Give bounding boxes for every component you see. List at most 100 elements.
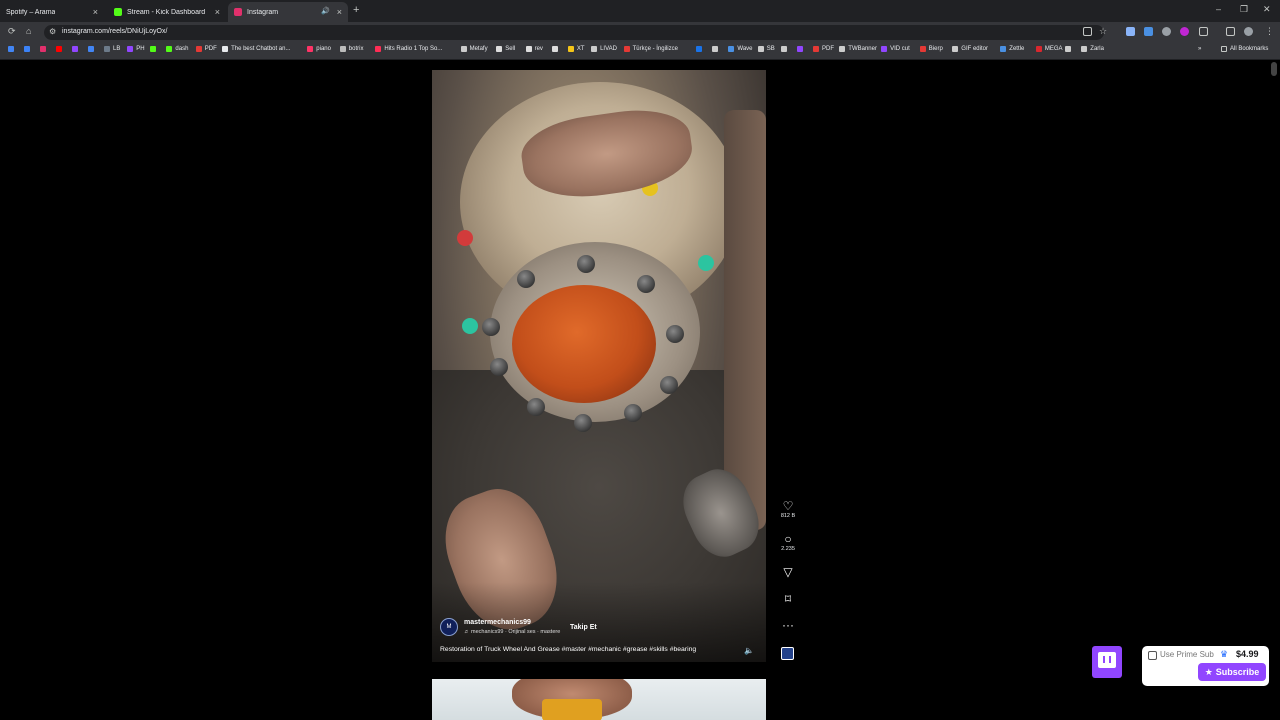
video-frame-bolt bbox=[624, 404, 642, 422]
extension-icon[interactable] bbox=[1162, 27, 1171, 36]
bookmark-item[interactable] bbox=[551, 46, 561, 52]
bookmark-item[interactable]: Zettle bbox=[1000, 46, 1024, 52]
bookmark-item[interactable]: botrix bbox=[339, 46, 363, 52]
bookmark-item[interactable]: Bierp bbox=[919, 46, 943, 52]
tab-spotify[interactable]: Spotify – Arama × bbox=[0, 2, 104, 22]
close-icon[interactable]: × bbox=[215, 7, 220, 17]
next-reel-preview[interactable] bbox=[432, 679, 766, 720]
bookmark-label: dash bbox=[175, 46, 189, 52]
star-icon[interactable]: ☆ bbox=[1099, 26, 1107, 37]
bookmark-label: XT bbox=[576, 46, 585, 52]
plus-icon[interactable]: + bbox=[353, 4, 359, 16]
bookmark-item[interactable]: GIF editor bbox=[952, 46, 988, 52]
bookmark-item[interactable]: Türkçe - İngilizce bbox=[623, 46, 678, 52]
bookmark-favicon-icon bbox=[1065, 46, 1072, 52]
comment-button[interactable]: ○ 2.235 bbox=[778, 533, 798, 552]
page-scrollbar[interactable] bbox=[1271, 62, 1277, 718]
speaker-icon[interactable]: 🔊 bbox=[321, 7, 330, 15]
install-icon[interactable] bbox=[1083, 27, 1092, 36]
close-window-button[interactable]: ✕ bbox=[1263, 4, 1271, 15]
bookmark-label: Sell bbox=[505, 46, 516, 52]
bookmark-favicon-icon bbox=[567, 46, 574, 52]
extension-icon[interactable] bbox=[1126, 27, 1135, 36]
bookmark-item[interactable]: Hits Radio 1 Top So... bbox=[375, 46, 442, 52]
bookmark-item[interactable] bbox=[797, 46, 806, 52]
bookmark-item[interactable]: PDF bbox=[813, 46, 834, 52]
bookmark-item[interactable]: PH bbox=[127, 46, 145, 52]
tab-title: Spotify – Arama bbox=[6, 8, 56, 16]
author-avatar[interactable]: M bbox=[440, 618, 458, 636]
reload-icon[interactable]: ⟳ bbox=[8, 26, 16, 37]
more-button[interactable]: ··· bbox=[778, 619, 798, 631]
menu-icon[interactable]: ⋮ bbox=[1265, 26, 1274, 37]
bookmark-item[interactable] bbox=[712, 46, 721, 52]
video-frame-bolt bbox=[574, 414, 592, 432]
extension-icon[interactable] bbox=[1180, 27, 1189, 36]
bookmark-item[interactable]: dash bbox=[166, 46, 188, 52]
close-icon[interactable]: × bbox=[93, 7, 98, 17]
reading-list-icon[interactable] bbox=[1226, 27, 1235, 36]
bookmark-item[interactable]: The best Chatbot an... bbox=[222, 46, 290, 52]
bookmark-item[interactable]: Sell bbox=[496, 46, 515, 52]
audio-label[interactable]: ♬ mechanics99 · Orijinal ses · mastere bbox=[464, 629, 560, 635]
bookmark-label: Zarla bbox=[1090, 46, 1104, 52]
sub-price: $4.99 bbox=[1236, 649, 1259, 659]
bookmark-favicon-icon bbox=[797, 46, 803, 52]
bookmark-item[interactable] bbox=[40, 46, 49, 52]
close-icon[interactable]: × bbox=[337, 7, 342, 17]
scrollbar-thumb[interactable] bbox=[1271, 62, 1277, 76]
bookmark-item[interactable] bbox=[8, 46, 17, 52]
like-button[interactable]: ♡ 812 B bbox=[778, 500, 798, 519]
bookmark-item[interactable] bbox=[88, 46, 97, 52]
all-bookmarks-button[interactable]: All Bookmarks bbox=[1221, 46, 1268, 52]
url-text: instagram.com/reels/DNiUjLoyOx/ bbox=[62, 28, 168, 35]
bookmark-favicon-icon bbox=[150, 46, 157, 52]
subscribe-button[interactable]: ★ Subscribe bbox=[1198, 663, 1266, 681]
extensions-puzzle-icon[interactable] bbox=[1199, 27, 1208, 36]
save-button[interactable]: ⌑ bbox=[778, 593, 798, 605]
bookmark-item[interactable]: VID cut bbox=[881, 46, 910, 52]
bookmark-item[interactable] bbox=[150, 46, 159, 52]
bookmark-item[interactable] bbox=[781, 46, 790, 52]
bookmark-item[interactable]: LB bbox=[104, 46, 120, 52]
bookmark-item[interactable]: MEGA bbox=[1035, 46, 1063, 52]
bookmark-item[interactable] bbox=[72, 46, 81, 52]
follow-button[interactable]: Takip Et bbox=[570, 624, 597, 631]
bookmark-item[interactable]: Zarla bbox=[1081, 46, 1104, 52]
bookmark-item[interactable]: SB bbox=[757, 46, 775, 52]
address-bar[interactable]: ⚙ instagram.com/reels/DNiUjLoyOx/ bbox=[44, 25, 1104, 40]
bookmark-item[interactable]: TWBanner bbox=[839, 46, 877, 52]
bookmark-item[interactable]: Metafy bbox=[460, 46, 488, 52]
prime-sub-checkbox[interactable] bbox=[1148, 651, 1157, 660]
bookmark-item[interactable]: XT bbox=[567, 46, 585, 52]
avatar[interactable] bbox=[1244, 27, 1253, 36]
bookmark-item[interactable] bbox=[696, 46, 705, 52]
site-info-icon[interactable]: ⚙ bbox=[49, 27, 56, 36]
bookmark-item[interactable]: LIVAD bbox=[591, 46, 617, 52]
bookmark-label: Bierp bbox=[928, 46, 943, 52]
author-username[interactable]: mastermechanics99 bbox=[464, 619, 531, 626]
video-frame-bolt bbox=[482, 318, 500, 336]
bookmark-item[interactable]: Wave bbox=[728, 46, 753, 52]
bookmarks-overflow-button[interactable]: » bbox=[1198, 46, 1201, 52]
bookmark-item[interactable] bbox=[56, 46, 65, 52]
home-icon[interactable]: ⌂ bbox=[26, 26, 31, 36]
extension-icon[interactable] bbox=[1144, 27, 1153, 36]
tab-instagram[interactable]: Instagram 🔊 × bbox=[228, 2, 348, 22]
bookmark-item[interactable]: rev bbox=[525, 46, 543, 52]
minimize-button[interactable]: – bbox=[1216, 4, 1221, 14]
bookmark-label: LB bbox=[113, 46, 121, 52]
reel-caption[interactable]: Restoration of Truck Wheel And Grease #m… bbox=[440, 646, 740, 653]
bookmark-item[interactable] bbox=[24, 46, 33, 52]
share-button[interactable]: ▽ bbox=[778, 566, 798, 578]
restore-button[interactable]: ❐ bbox=[1240, 4, 1248, 15]
heart-icon: ♡ bbox=[782, 499, 794, 513]
bookmark-item[interactable]: PDF bbox=[195, 46, 217, 52]
tab-kick-dashboard[interactable]: Stream - Kick Dashboard × bbox=[108, 2, 226, 22]
audio-thumbnail[interactable] bbox=[781, 647, 794, 660]
reel-video[interactable]: M mastermechanics99 ♬ mechanics99 · Orij… bbox=[432, 70, 766, 662]
bookmark-item[interactable] bbox=[1065, 46, 1074, 52]
bookmark-item[interactable]: piano bbox=[307, 46, 331, 52]
speaker-icon[interactable]: 🔈 bbox=[744, 646, 754, 655]
bookmark-label: PH bbox=[136, 46, 145, 52]
